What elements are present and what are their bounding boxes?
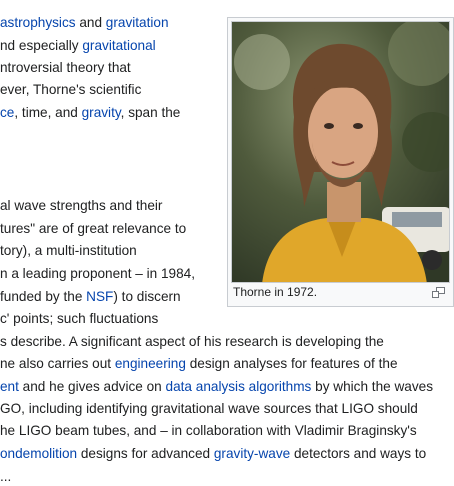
article-line: ondemolition designs for advanced gravit… xyxy=(0,445,426,463)
wiki-link[interactable]: ent xyxy=(0,379,19,394)
article-line: he LIGO beam tubes, and – in collaborati… xyxy=(0,422,417,440)
article-line: ne also carries out engineering design a… xyxy=(0,355,398,373)
wiki-link[interactable]: gravity xyxy=(82,105,121,120)
portrait-photo[interactable] xyxy=(231,21,450,283)
article-line: n a leading proponent – in 1984, xyxy=(0,265,195,283)
article-line: ... xyxy=(0,468,11,486)
text-run: tory), a multi-institution xyxy=(0,243,137,258)
text-run: ) to discern xyxy=(113,289,181,304)
text-run: funded by the xyxy=(0,289,87,304)
text-run: tures" are of great relevance to xyxy=(0,221,187,236)
text-run: n a leading proponent – in 1984, xyxy=(0,266,196,281)
wiki-link[interactable]: ondemolition xyxy=(0,446,77,461)
text-run: ne also carries out xyxy=(0,356,115,371)
wiki-link[interactable]: ce xyxy=(0,105,14,120)
wiki-link[interactable]: astrophysics xyxy=(0,15,76,30)
article-line: ent and he gives advice on data analysis… xyxy=(0,378,433,396)
magnify-clip-icon[interactable] xyxy=(432,286,445,298)
article-line: astrophysics and gravitation xyxy=(0,14,169,32)
text-run: ... xyxy=(0,469,12,484)
article-line: al wave strengths and their xyxy=(0,197,162,215)
article-line: ever, Thorne's scientific xyxy=(0,81,141,99)
wiki-link[interactable]: gravity-wave xyxy=(214,446,290,461)
text-run: , span the xyxy=(120,105,181,120)
text-run: designs for advanced xyxy=(77,446,214,461)
article-line: s describe. A significant aspect of his … xyxy=(0,333,384,351)
article-line: ce, time, and gravity, span the xyxy=(0,104,180,122)
wiki-link[interactable]: NSF xyxy=(86,289,113,304)
text-run: GO, including identifying gravitational … xyxy=(0,401,418,416)
figure-caption: Thorne in 1972. xyxy=(233,285,318,299)
article-line: tures" are of great relevance to xyxy=(0,220,186,238)
text-run: and xyxy=(75,15,106,30)
text-run: detectors and ways to xyxy=(290,446,427,461)
text-run: and he gives advice on xyxy=(18,379,166,394)
text-run: he LIGO beam tubes, and – in collaborati… xyxy=(0,423,417,438)
text-run: by which the waves xyxy=(311,379,434,394)
text-run: ever, Thorne's scientific xyxy=(0,82,142,97)
text-run: , time, and xyxy=(14,105,82,120)
wiki-link[interactable]: gravitation xyxy=(106,15,169,30)
article-line: nd especially gravitational xyxy=(0,37,156,55)
text-run: ntroversial theory that xyxy=(0,60,131,75)
wiki-link[interactable]: data analysis algorithms xyxy=(166,379,312,394)
text-run: design analyses for features of the xyxy=(185,356,398,371)
text-run: al wave strengths and their xyxy=(0,198,163,213)
article-line: c' points; such fluctuations xyxy=(0,310,158,328)
article-line: ntroversial theory that xyxy=(0,59,131,77)
text-run: c' points; such fluctuations xyxy=(0,311,159,326)
wiki-link[interactable]: engineering xyxy=(115,356,186,371)
article-line: tory), a multi-institution xyxy=(0,242,137,260)
article-line: funded by the NSF) to discern xyxy=(0,288,181,306)
wiki-link[interactable]: gravitational xyxy=(82,38,155,53)
figure-thumbnail: Thorne in 1972. xyxy=(227,17,454,307)
text-run: nd especially xyxy=(0,38,83,53)
text-run: s describe. A significant aspect of his … xyxy=(0,334,384,349)
article-line: GO, including identifying gravitational … xyxy=(0,400,418,418)
